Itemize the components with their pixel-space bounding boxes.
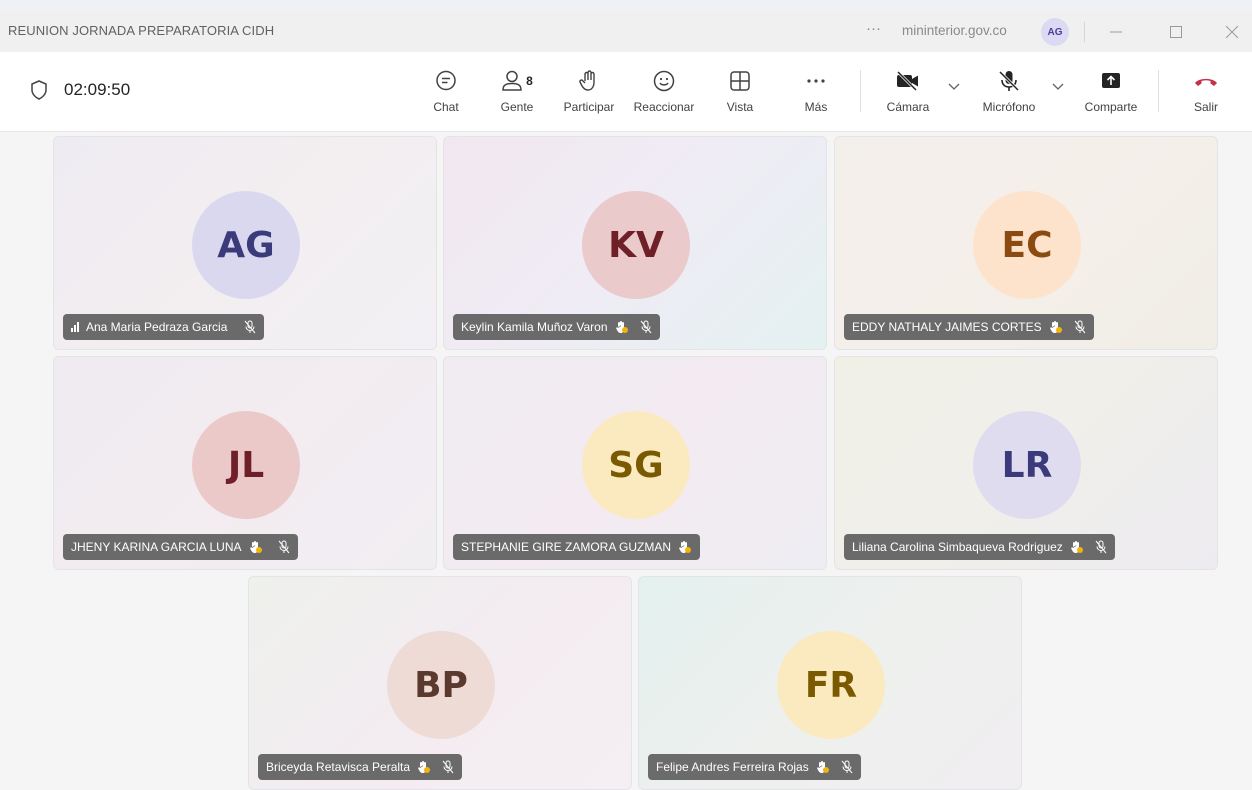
- react-button[interactable]: Reaccionar: [628, 66, 700, 122]
- raise-hand-label: Participar: [563, 100, 615, 114]
- chat-label: Chat: [433, 100, 459, 114]
- titlebar-more-icon[interactable]: ···: [866, 20, 881, 37]
- participant-tile[interactable]: JL JHENY KARINA GARCIA LUNA: [53, 356, 437, 570]
- chat-button[interactable]: Chat: [426, 66, 466, 122]
- leave-label: Salir: [1193, 100, 1218, 114]
- share-label: Comparte: [1084, 100, 1138, 114]
- camera-button[interactable]: Cámara: [880, 66, 936, 122]
- people-button[interactable]: 8 Gente: [494, 66, 540, 122]
- user-avatar[interactable]: AG: [1041, 18, 1069, 46]
- participant-nametag: JHENY KARINA GARCIA LUNA: [63, 534, 298, 560]
- participant-tile[interactable]: LR Liliana Carolina Simbaqueva Rodriguez: [834, 356, 1218, 570]
- people-count: 8: [526, 74, 533, 88]
- meeting-timer: 02:09:50: [30, 80, 130, 100]
- raised-hand-icon: [417, 760, 431, 774]
- camera-off-icon: [895, 66, 921, 96]
- organization-label: mininterior.gov.co: [902, 23, 1007, 38]
- participant-nametag: Briceyda Retavisca Peralta: [258, 754, 463, 780]
- chat-icon: [434, 66, 458, 96]
- mic-off-icon: [841, 760, 853, 774]
- participant-nametag: Liliana Carolina Simbaqueva Rodriguez: [844, 534, 1115, 560]
- share-screen-icon: [1099, 66, 1123, 96]
- participant-name: STEPHANIE GIRE ZAMORA GUZMAN: [461, 540, 672, 554]
- raised-hand-icon: [1049, 320, 1063, 334]
- meeting-title: REUNION JORNADA PREPARATORIA CIDH: [8, 23, 275, 38]
- participant-nametag: Ana Maria Pedraza Garcia: [63, 314, 265, 340]
- toolbar-divider: [860, 70, 861, 112]
- participant-avatar: FR: [777, 631, 885, 739]
- participant-tile[interactable]: BP Briceyda Retavisca Peralta: [248, 576, 632, 790]
- share-button[interactable]: Comparte: [1078, 66, 1144, 122]
- participant-name: Felipe Andres Ferreira Rojas: [656, 760, 809, 774]
- microphone-button[interactable]: Micrófono: [976, 66, 1042, 122]
- participant-name: Keylin Kamila Muñoz Varon: [461, 320, 608, 334]
- more-button[interactable]: Más: [796, 66, 836, 122]
- participant-tile[interactable]: SG STEPHANIE GIRE ZAMORA GUZMAN: [443, 356, 827, 570]
- microphone-label: Micrófono: [982, 100, 1036, 114]
- shield-icon: [30, 80, 48, 100]
- leave-button[interactable]: Salir: [1186, 66, 1226, 122]
- top-strip: [0, 0, 1252, 10]
- camera-options-chevron-icon[interactable]: [948, 82, 960, 94]
- people-icon: 8: [501, 66, 533, 96]
- participant-avatar: BP: [387, 631, 495, 739]
- mic-off-icon: [997, 66, 1021, 96]
- timer-text: 02:09:50: [64, 80, 131, 99]
- grid-view-icon: [728, 66, 752, 96]
- people-label: Gente: [500, 100, 534, 114]
- participant-nametag: EDDY NATHALY JAIMES CORTES: [844, 314, 1094, 340]
- meeting-toolbar: 02:09:50 Chat 8 Gente Participar Reaccio…: [0, 52, 1252, 132]
- signal-strength-icon: [71, 322, 79, 332]
- participant-nametag: Felipe Andres Ferreira Rojas: [648, 754, 861, 780]
- participant-avatar: JL: [192, 411, 300, 519]
- more-dots-icon: [804, 66, 828, 96]
- participant-name: Liliana Carolina Simbaqueva Rodriguez: [852, 540, 1063, 554]
- raised-hand-icon: [1070, 540, 1084, 554]
- participant-nametag: STEPHANIE GIRE ZAMORA GUZMAN: [453, 534, 701, 560]
- participant-avatar: LR: [973, 411, 1081, 519]
- mic-off-icon: [1095, 540, 1107, 554]
- participant-avatar: AG: [192, 191, 300, 299]
- toolbar-divider-2: [1158, 70, 1159, 112]
- view-label: Vista: [726, 100, 754, 114]
- participant-nametag: Keylin Kamila Muñoz Varon: [453, 314, 660, 340]
- maximize-icon[interactable]: [1164, 20, 1188, 44]
- mic-off-icon: [442, 760, 454, 774]
- raise-hand-button[interactable]: Participar: [556, 66, 622, 122]
- participant-avatar: KV: [582, 191, 690, 299]
- mic-off-icon: [278, 540, 290, 554]
- raised-hand-icon: [615, 320, 629, 334]
- smiley-icon: [652, 66, 676, 96]
- minimize-icon[interactable]: [1104, 20, 1128, 44]
- window-titlebar: REUNION JORNADA PREPARATORIA CIDH ··· mi…: [0, 10, 1252, 52]
- participant-tile[interactable]: KV Keylin Kamila Muñoz Varon: [443, 136, 827, 350]
- participant-name: EDDY NATHALY JAIMES CORTES: [852, 320, 1042, 334]
- view-button[interactable]: Vista: [720, 66, 760, 122]
- react-label: Reaccionar: [633, 100, 695, 114]
- mic-off-icon: [640, 320, 652, 334]
- camera-label: Cámara: [886, 100, 930, 114]
- participant-tile[interactable]: AG Ana Maria Pedraza Garcia: [53, 136, 437, 350]
- titlebar-divider: [1084, 22, 1085, 42]
- participant-name: Ana Maria Pedraza Garcia: [86, 320, 228, 334]
- participant-tile[interactable]: EC EDDY NATHALY JAIMES CORTES: [834, 136, 1218, 350]
- raised-hand-icon: [816, 760, 830, 774]
- mic-off-icon: [1074, 320, 1086, 334]
- participant-name: Briceyda Retavisca Peralta: [266, 760, 411, 774]
- close-window-icon[interactable]: [1220, 20, 1244, 44]
- participant-tile[interactable]: FR Felipe Andres Ferreira Rojas: [638, 576, 1022, 790]
- hang-up-icon: [1193, 66, 1219, 96]
- more-label: Más: [804, 100, 828, 114]
- mic-options-chevron-icon[interactable]: [1052, 82, 1064, 94]
- mic-off-icon: [244, 320, 256, 334]
- raised-hand-icon: [678, 540, 692, 554]
- raise-hand-icon: [577, 66, 601, 96]
- raised-hand-icon: [249, 540, 263, 554]
- participant-name: JHENY KARINA GARCIA LUNA: [71, 540, 242, 554]
- participant-avatar: EC: [973, 191, 1081, 299]
- participant-avatar: SG: [582, 411, 690, 519]
